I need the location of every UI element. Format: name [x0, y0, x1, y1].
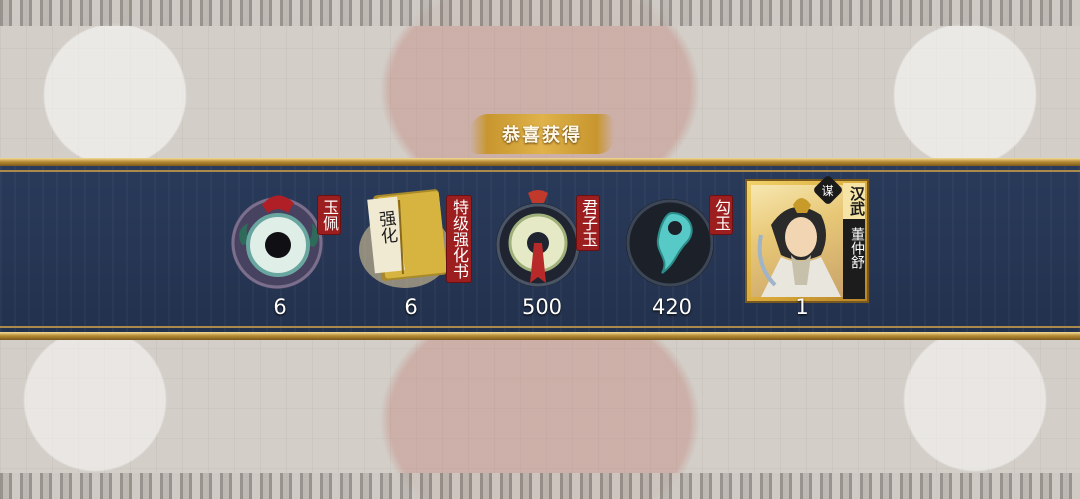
reward-count: 6 [404, 295, 418, 319]
reward-name-tag: 玉佩 [318, 196, 340, 234]
reward-name-tag: 君子玉 [577, 196, 599, 250]
reward-name-tag: 特级强化书 [447, 196, 471, 282]
bottom-border-pattern [0, 473, 1080, 499]
top-border-pattern [0, 0, 1080, 26]
book-title-text: 强化 [374, 209, 398, 245]
reward-title: 恭喜获得 [470, 114, 614, 154]
reward-count: 500 [521, 295, 563, 319]
reward-count: 420 [651, 295, 693, 319]
reward-name-tag: 勾玉 [710, 196, 732, 234]
band-inner-line-bottom [0, 326, 1080, 328]
gentleman-jade-icon [488, 183, 588, 293]
jade-pendant-icon [222, 183, 332, 293]
hero-card: 谋 汉武 董仲舒 [745, 174, 869, 303]
hero-faction: 汉武 [843, 183, 866, 219]
band-inner-line-top [0, 170, 1080, 172]
reward-count: 6 [273, 295, 287, 319]
reward-count: 1 [795, 295, 809, 319]
enhancement-book-icon: 强化 [355, 180, 455, 290]
hero-name: 董仲舒 [849, 227, 865, 269]
magatama-icon [620, 183, 720, 293]
